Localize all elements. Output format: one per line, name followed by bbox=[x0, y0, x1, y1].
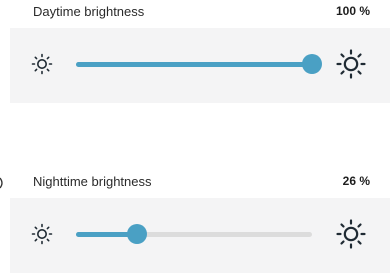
daytime-slider-panel bbox=[10, 28, 390, 103]
sun-small-icon bbox=[31, 53, 53, 75]
nighttime-slider-panel bbox=[10, 198, 390, 273]
daytime-slider-thumb[interactable] bbox=[302, 54, 322, 74]
daytime-brightness-section: Daytime brightness 100 % bbox=[0, 0, 390, 103]
sun-large-icon bbox=[336, 49, 366, 79]
nighttime-brightness-slider[interactable] bbox=[76, 224, 312, 244]
sun-small-icon bbox=[31, 223, 53, 245]
nighttime-slider-thumb[interactable] bbox=[127, 224, 148, 244]
daytime-brightness-slider[interactable] bbox=[76, 54, 322, 74]
nighttime-header: Nighttime brightness 26 % bbox=[0, 170, 390, 200]
nighttime-brightness-label: Nighttime brightness bbox=[33, 174, 152, 189]
daytime-header: Daytime brightness 100 % bbox=[0, 0, 390, 30]
daytime-slider-fill bbox=[76, 62, 312, 67]
daytime-brightness-label: Daytime brightness bbox=[33, 4, 145, 19]
sun-large-icon bbox=[336, 219, 366, 249]
nighttime-brightness-value: 26 % bbox=[342, 174, 370, 188]
nighttime-brightness-section: Nighttime brightness 26 % bbox=[0, 170, 390, 273]
daytime-brightness-value: 100 % bbox=[335, 4, 370, 18]
